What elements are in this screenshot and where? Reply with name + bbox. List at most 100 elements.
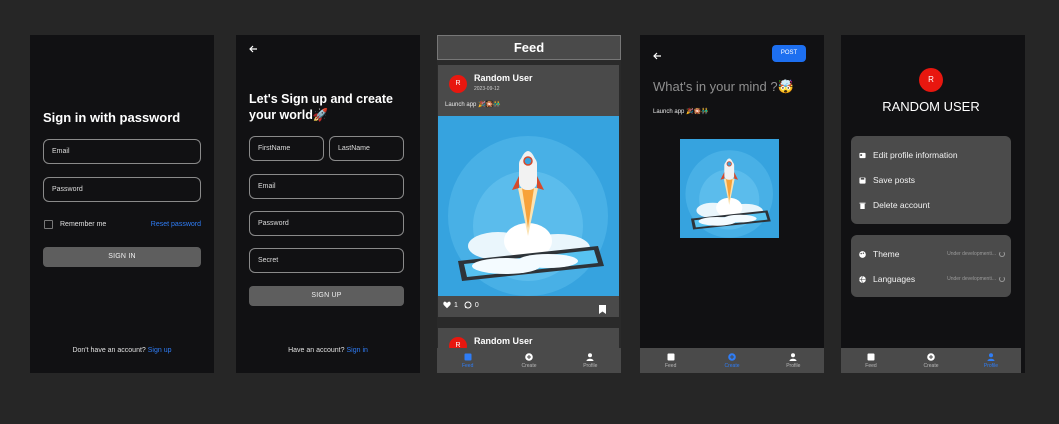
feed-icon bbox=[667, 353, 675, 360]
spinner-icon bbox=[999, 276, 1005, 282]
post-caption: Launch app 🎉🎇👬 bbox=[653, 109, 709, 115]
menu-label: Delete account bbox=[873, 200, 930, 210]
menu-item-languages[interactable]: Languages bbox=[859, 272, 915, 286]
trash-icon bbox=[859, 202, 866, 209]
profile-screen: R RANDOM USER Edit profile information S… bbox=[841, 35, 1025, 373]
nav-feed-label: Feed bbox=[865, 362, 877, 369]
menu-item-edit-profile[interactable]: Edit profile information bbox=[859, 148, 958, 162]
spinner-icon bbox=[999, 251, 1005, 257]
firstname-field[interactable]: FirstName bbox=[249, 136, 324, 161]
signin-title: Sign in with password bbox=[43, 110, 181, 125]
post-text-input[interactable]: What's in your mind ?🤯 bbox=[653, 79, 794, 95]
menu-item-theme[interactable]: Theme bbox=[859, 247, 899, 261]
signin-prompt: Have an account? Sign in bbox=[236, 347, 420, 354]
settings-menu: Theme Under developmenti... Languages Un… bbox=[851, 235, 1011, 297]
person-icon bbox=[586, 352, 594, 361]
nav-profile[interactable]: Profile bbox=[560, 348, 621, 373]
signup-button[interactable]: SIGN UP bbox=[249, 286, 404, 306]
signin-prompt-text: Have an account? bbox=[288, 347, 345, 354]
nav-feed[interactable]: Feed bbox=[437, 348, 498, 373]
password-field[interactable]: Password bbox=[43, 177, 201, 202]
post-date: 2023-09-12 bbox=[474, 86, 500, 92]
bottom-nav: Feed Create Profile bbox=[640, 348, 824, 373]
languages-status: Under developmenti... bbox=[947, 276, 1005, 282]
nav-feed-label: Feed bbox=[664, 362, 677, 369]
email-field[interactable]: Email bbox=[43, 139, 201, 164]
nav-create[interactable]: Create bbox=[901, 348, 961, 373]
dev-status-text: Under developmenti... bbox=[947, 276, 996, 282]
nav-create-label: Create bbox=[923, 362, 939, 369]
nav-profile[interactable]: Profile bbox=[763, 348, 824, 373]
menu-label: Edit profile information bbox=[873, 150, 958, 160]
globe-icon bbox=[859, 275, 866, 283]
feed-icon bbox=[464, 353, 472, 360]
feed-header: Feed bbox=[437, 35, 621, 60]
remember-label: Remember me bbox=[60, 221, 107, 228]
person-icon bbox=[987, 352, 995, 361]
nav-create-label: Create bbox=[724, 362, 740, 369]
rocket-illustration bbox=[685, 150, 773, 238]
post-button[interactable]: POST bbox=[772, 45, 806, 62]
post-card: R Random User 2023-09-12 Launch app 🎉🎇👬 bbox=[438, 65, 619, 317]
secret-field[interactable]: Secret bbox=[249, 248, 404, 273]
add-circle-icon bbox=[927, 352, 935, 361]
menu-item-save-posts[interactable]: Save posts bbox=[859, 173, 915, 187]
email-field[interactable]: Email bbox=[249, 174, 404, 199]
lastname-field[interactable]: LastName bbox=[329, 136, 404, 161]
nav-create[interactable]: Create bbox=[498, 348, 559, 373]
dev-status-text: Under developmenti... bbox=[947, 251, 996, 257]
bookmark-icon[interactable] bbox=[599, 301, 606, 319]
nav-create[interactable]: Create bbox=[701, 348, 762, 373]
nav-feed[interactable]: Feed bbox=[841, 348, 901, 373]
signin-link[interactable]: Sign in bbox=[346, 347, 367, 354]
rocket-illustration bbox=[448, 136, 608, 296]
signup-screen: Let's Sign up and create your world🚀 Fir… bbox=[236, 35, 420, 373]
selected-image[interactable] bbox=[680, 139, 779, 238]
post-image[interactable] bbox=[438, 116, 619, 296]
password-field[interactable]: Password bbox=[249, 211, 404, 236]
post-username[interactable]: Random User bbox=[474, 336, 533, 346]
add-circle-icon bbox=[525, 352, 533, 361]
feed-icon bbox=[867, 353, 875, 360]
signup-prompt: Don't have an account? Sign up bbox=[30, 347, 214, 354]
signin-button[interactable]: SIGN IN bbox=[43, 247, 201, 267]
comment-icon[interactable] bbox=[464, 301, 472, 309]
nav-profile-label: Profile bbox=[786, 362, 801, 369]
account-menu: Edit profile information Save posts Dele… bbox=[851, 136, 1011, 224]
avatar[interactable]: R bbox=[919, 68, 943, 92]
reset-password-link[interactable]: Reset password bbox=[151, 221, 201, 228]
like-group: 1 0 bbox=[443, 301, 479, 309]
post-username[interactable]: Random User bbox=[474, 73, 533, 83]
comment-count: 0 bbox=[474, 301, 479, 309]
nav-feed[interactable]: Feed bbox=[640, 348, 701, 373]
nav-feed-label: Feed bbox=[461, 362, 474, 369]
like-count: 1 bbox=[454, 301, 458, 309]
menu-label: Languages bbox=[873, 274, 916, 284]
signup-prompt-text: Don't have an account? bbox=[72, 347, 146, 354]
back-arrow-icon[interactable] bbox=[652, 48, 662, 66]
bottom-nav: Feed Create Profile bbox=[841, 348, 1021, 373]
post-caption: Launch app 🎉🎇👬 bbox=[445, 102, 501, 108]
id-card-icon bbox=[859, 152, 866, 158]
menu-label: Theme bbox=[873, 249, 900, 259]
theme-status: Under developmenti... bbox=[947, 251, 1005, 257]
signup-title: Let's Sign up and create your world🚀 bbox=[249, 92, 393, 122]
remember-checkbox[interactable] bbox=[44, 220, 53, 229]
bottom-nav: Feed Create Profile bbox=[437, 348, 621, 373]
menu-label: Save posts bbox=[873, 175, 916, 185]
signup-link[interactable]: Sign up bbox=[148, 347, 172, 354]
nav-create-label: Create bbox=[521, 362, 537, 369]
nav-profile-label: Profile bbox=[983, 362, 999, 369]
nav-profile-label: Profile bbox=[583, 362, 598, 369]
profile-username: RANDOM USER bbox=[882, 99, 980, 114]
create-screen: POST What's in your mind ?🤯 Launch app 🎉… bbox=[640, 35, 824, 373]
avatar[interactable]: R bbox=[449, 75, 467, 93]
signin-screen: Sign in with password Email Password Rem… bbox=[30, 35, 214, 373]
menu-item-delete-account[interactable]: Delete account bbox=[859, 198, 930, 212]
palette-icon bbox=[859, 250, 866, 258]
heart-icon[interactable] bbox=[443, 301, 451, 309]
back-arrow-icon[interactable] bbox=[248, 41, 258, 59]
save-icon bbox=[859, 176, 866, 184]
nav-profile[interactable]: Profile bbox=[961, 348, 1021, 373]
add-circle-icon bbox=[728, 352, 736, 361]
